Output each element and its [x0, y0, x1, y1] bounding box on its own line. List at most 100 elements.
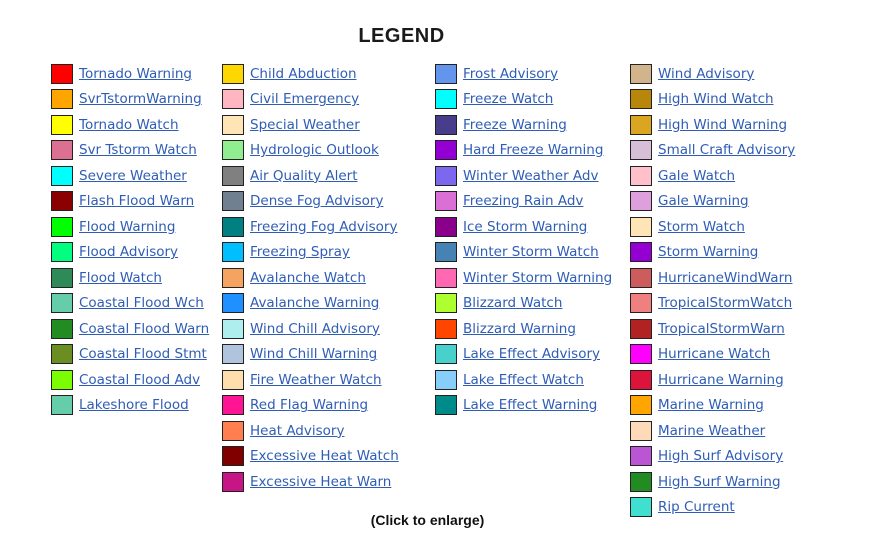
legend-item[interactable]: Hurricane Warning — [630, 367, 795, 393]
legend-item[interactable]: Tornado Warning — [51, 61, 209, 87]
legend-item[interactable]: Hard Freeze Warning — [435, 138, 612, 164]
legend-item[interactable]: Air Quality Alert — [222, 163, 399, 189]
legend-item[interactable]: Freeze Warning — [435, 112, 612, 138]
legend-item[interactable]: Flood Advisory — [51, 240, 209, 266]
legend-item[interactable]: Blizzard Watch — [435, 291, 612, 317]
legend-item-link[interactable]: Gale Watch — [658, 168, 735, 184]
legend-item-link[interactable]: Severe Weather — [79, 168, 187, 184]
legend-item-link[interactable]: Frost Advisory — [463, 66, 558, 82]
legend-item-link[interactable]: Marine Weather — [658, 423, 765, 439]
legend-item[interactable]: Gale Warning — [630, 189, 795, 215]
legend-item-link[interactable]: Fire Weather Watch — [250, 372, 382, 388]
legend-item[interactable]: Freeze Watch — [435, 87, 612, 113]
legend-item-link[interactable]: Tornado Warning — [79, 66, 192, 82]
legend-item[interactable]: Freezing Rain Adv — [435, 189, 612, 215]
legend-item[interactable]: Wind Advisory — [630, 61, 795, 87]
legend-item-link[interactable]: HurricaneWindWarn — [658, 270, 792, 286]
legend-item-link[interactable]: Civil Emergency — [250, 91, 359, 107]
legend-item[interactable]: Storm Warning — [630, 240, 795, 266]
legend-item[interactable]: Coastal Flood Warn — [51, 316, 209, 342]
legend-item[interactable]: TropicalStormWatch — [630, 291, 795, 317]
legend-item[interactable]: Gale Watch — [630, 163, 795, 189]
legend-item-link[interactable]: Flash Flood Warn — [79, 193, 194, 209]
legend-item-link[interactable]: Ice Storm Warning — [463, 219, 587, 235]
legend-item-link[interactable]: Heat Advisory — [250, 423, 344, 439]
legend-item[interactable]: Excessive Heat Warn — [222, 469, 399, 495]
legend-item-link[interactable]: High Surf Advisory — [658, 448, 783, 464]
legend-item[interactable]: Wind Chill Warning — [222, 342, 399, 368]
legend-item[interactable]: High Wind Warning — [630, 112, 795, 138]
legend-item-link[interactable]: Avalanche Watch — [250, 270, 366, 286]
legend-item-link[interactable]: Winter Weather Adv — [463, 168, 599, 184]
legend-item-link[interactable]: Wind Advisory — [658, 66, 754, 82]
legend-item-link[interactable]: Air Quality Alert — [250, 168, 358, 184]
legend-item-link[interactable]: Red Flag Warning — [250, 397, 368, 413]
legend-item[interactable]: Coastal Flood Adv — [51, 367, 209, 393]
legend-item-link[interactable]: Coastal Flood Stmt — [79, 346, 207, 362]
legend-item[interactable]: Freezing Fog Advisory — [222, 214, 399, 240]
legend-item-link[interactable]: Child Abduction — [250, 66, 357, 82]
legend-item[interactable]: Coastal Flood Wch — [51, 291, 209, 317]
legend-item[interactable]: Hurricane Watch — [630, 342, 795, 368]
legend-item[interactable]: Ice Storm Warning — [435, 214, 612, 240]
legend-item-link[interactable]: Freezing Spray — [250, 244, 350, 260]
legend-item[interactable]: Avalanche Warning — [222, 291, 399, 317]
legend-item-link[interactable]: Freezing Fog Advisory — [250, 219, 397, 235]
legend-item-link[interactable]: Wind Chill Warning — [250, 346, 377, 362]
legend-item-link[interactable]: Blizzard Warning — [463, 321, 576, 337]
legend-item[interactable]: HurricaneWindWarn — [630, 265, 795, 291]
legend-item-link[interactable]: Excessive Heat Warn — [250, 474, 391, 490]
click-to-enlarge-caption[interactable]: (Click to enlarge) — [0, 512, 869, 528]
legend-item[interactable]: Lake Effect Advisory — [435, 342, 612, 368]
legend-item[interactable]: Coastal Flood Stmt — [51, 342, 209, 368]
legend-item-link[interactable]: TropicalStormWarn — [658, 321, 785, 337]
legend-item-link[interactable]: Coastal Flood Wch — [79, 295, 204, 311]
legend-item[interactable]: High Wind Watch — [630, 87, 795, 113]
legend-item[interactable]: Child Abduction — [222, 61, 399, 87]
legend-item[interactable]: Civil Emergency — [222, 87, 399, 113]
legend-item-link[interactable]: Freeze Warning — [463, 117, 567, 133]
legend-item[interactable]: Flood Warning — [51, 214, 209, 240]
legend-item[interactable]: Lake Effect Watch — [435, 367, 612, 393]
legend-item[interactable]: Winter Storm Warning — [435, 265, 612, 291]
legend-item[interactable]: Blizzard Warning — [435, 316, 612, 342]
legend-item[interactable]: Heat Advisory — [222, 418, 399, 444]
legend-item[interactable]: Special Weather — [222, 112, 399, 138]
legend-item-link[interactable]: Small Craft Advisory — [658, 142, 795, 158]
legend-item-link[interactable]: SvrTstormWarning — [79, 91, 202, 107]
legend-item[interactable]: Hydrologic Outlook — [222, 138, 399, 164]
legend-item-link[interactable]: Winter Storm Warning — [463, 270, 612, 286]
legend-item[interactable]: Red Flag Warning — [222, 393, 399, 419]
legend-item[interactable]: Fire Weather Watch — [222, 367, 399, 393]
legend-item-link[interactable]: TropicalStormWatch — [658, 295, 792, 311]
legend-item-link[interactable]: Flood Warning — [79, 219, 175, 235]
legend-item-link[interactable]: Freeze Watch — [463, 91, 553, 107]
legend-item[interactable]: Tornado Watch — [51, 112, 209, 138]
legend-item[interactable]: Storm Watch — [630, 214, 795, 240]
legend-item-link[interactable]: Excessive Heat Watch — [250, 448, 399, 464]
legend-item-link[interactable]: Winter Storm Watch — [463, 244, 599, 260]
legend-item[interactable]: Winter Storm Watch — [435, 240, 612, 266]
legend-item-link[interactable]: Dense Fog Advisory — [250, 193, 383, 209]
legend-item[interactable]: Wind Chill Advisory — [222, 316, 399, 342]
legend-item[interactable]: Frost Advisory — [435, 61, 612, 87]
legend-item-link[interactable]: Wind Chill Advisory — [250, 321, 380, 337]
legend-item-link[interactable]: Special Weather — [250, 117, 360, 133]
legend-item-link[interactable]: High Wind Watch — [658, 91, 774, 107]
legend-item[interactable]: TropicalStormWarn — [630, 316, 795, 342]
legend-item-link[interactable]: High Wind Warning — [658, 117, 787, 133]
legend-item-link[interactable]: Lake Effect Watch — [463, 372, 584, 388]
legend-item[interactable]: Severe Weather — [51, 163, 209, 189]
legend-item[interactable]: Avalanche Watch — [222, 265, 399, 291]
legend-item-link[interactable]: Hydrologic Outlook — [250, 142, 379, 158]
legend-item-link[interactable]: Lake Effect Warning — [463, 397, 597, 413]
legend-item-link[interactable]: Lake Effect Advisory — [463, 346, 600, 362]
legend-item[interactable]: Freezing Spray — [222, 240, 399, 266]
legend-item-link[interactable]: High Surf Warning — [658, 474, 781, 490]
legend-item-link[interactable]: Tornado Watch — [79, 117, 179, 133]
legend-item-link[interactable]: Hurricane Watch — [658, 346, 770, 362]
legend-item-link[interactable]: Lakeshore Flood — [79, 397, 189, 413]
legend-item[interactable]: Winter Weather Adv — [435, 163, 612, 189]
legend-item-link[interactable]: Storm Warning — [658, 244, 758, 260]
legend-item[interactable]: Flood Watch — [51, 265, 209, 291]
